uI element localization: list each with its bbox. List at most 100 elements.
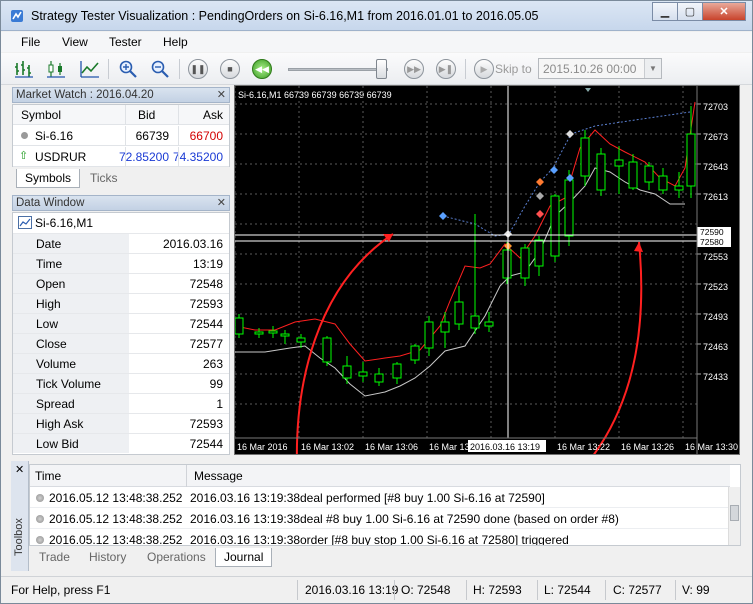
- log-scrollbar[interactable]: [728, 487, 740, 545]
- candle-body: [454, 301, 464, 325]
- time-tick-label: 16 Mar 13:22: [557, 442, 610, 452]
- step-end-button[interactable]: ▶❚: [435, 58, 457, 80]
- tab-symbols[interactable]: Symbols: [16, 169, 81, 188]
- market-watch-header: Market Watch : 2016.04.20 ✕: [12, 87, 230, 103]
- market-watch-table: Symbol Bid Ask Si-6.16 66739 66700 ⇧ USD…: [12, 104, 230, 167]
- candle-body: [424, 321, 434, 349]
- market-watch-tabs: Symbols Ticks: [12, 169, 230, 189]
- rewind-icon: ◀◀: [252, 59, 272, 79]
- pause-button[interactable]: ❚❚: [187, 58, 209, 80]
- table-row[interactable]: 2016.05.12 13:48:38.252 2016.03.16 13:19…: [30, 487, 730, 508]
- calendar-dropdown-icon[interactable]: ▼: [644, 59, 661, 78]
- price-tick-label: 72433: [703, 372, 728, 382]
- candlestick-icon: [47, 61, 65, 78]
- tab-ticks[interactable]: Ticks: [82, 169, 126, 188]
- status-volume: V: 99: [682, 583, 710, 597]
- fast-forward-button[interactable]: ▶▶: [403, 58, 425, 80]
- price-tick-label: 72493: [703, 312, 728, 322]
- zoom-out-button[interactable]: [149, 58, 171, 80]
- menu-help[interactable]: Help: [163, 35, 188, 49]
- close-button[interactable]: ✕: [702, 2, 746, 21]
- skip-to-label: Skip to: [495, 62, 532, 76]
- zoom-out-icon: [151, 60, 169, 78]
- data-row-volume: Volume 263: [13, 353, 229, 373]
- close-icon[interactable]: ✕: [15, 463, 24, 476]
- candle-body: [502, 249, 512, 279]
- menu-file[interactable]: File: [21, 35, 40, 49]
- stop-button[interactable]: ■: [219, 58, 241, 80]
- candle-body: [596, 153, 606, 191]
- status-datetime: 2016.03.16 13:19: [305, 583, 399, 597]
- candle-body: [520, 247, 530, 279]
- data-window-header: Data Window ✕: [12, 195, 230, 211]
- level-label-72580: 72580: [700, 237, 724, 247]
- candle-body: [358, 371, 368, 377]
- line-chart-button[interactable]: [79, 58, 101, 80]
- menu-tester[interactable]: Tester: [109, 35, 142, 49]
- candle-body: [235, 317, 244, 335]
- candle-body: [658, 175, 668, 191]
- data-row-low: Low 72544: [13, 313, 229, 333]
- bar-chart-button[interactable]: [13, 58, 35, 80]
- skip-to-date-field[interactable]: 2015.10.26 00:00 ▼: [538, 58, 662, 79]
- candle-body: [674, 185, 684, 191]
- time-tick-label: 16 Mar 13:26: [621, 442, 674, 452]
- data-row-close: Close 72577: [13, 333, 229, 353]
- chart-header: Si-6.16,M1 66739 66739 66739 66739: [238, 90, 392, 100]
- info-icon: [36, 494, 44, 502]
- data-row-low-bid: Low Bid 72544: [13, 433, 229, 453]
- skip-to-button[interactable]: ▶: [473, 58, 495, 80]
- skip-to-icon: ▶: [474, 59, 494, 79]
- candle-body: [484, 321, 494, 327]
- candle-body: [254, 331, 264, 335]
- fast-forward-icon: ▶▶: [404, 59, 424, 79]
- price-tick-label: 72553: [703, 252, 728, 262]
- toolbox-tabs: Trade History Operations Journal: [29, 548, 741, 568]
- chart-icon: [18, 216, 32, 229]
- zoom-in-button[interactable]: [117, 58, 139, 80]
- status-help: For Help, press F1: [11, 583, 111, 597]
- annotation-arrow-right: [593, 241, 643, 454]
- crosshair-time-label: 2016.03.16 13:19: [470, 442, 540, 452]
- candle-body: [342, 365, 352, 379]
- zoom-in-icon: [119, 60, 137, 78]
- rewind-button[interactable]: ◀◀: [251, 58, 273, 80]
- skip-end-icon: ▶❚: [436, 59, 456, 79]
- tab-trade[interactable]: Trade: [31, 548, 78, 567]
- table-row[interactable]: ⇧ USDRUR 72.85200 74.35200: [13, 147, 229, 167]
- level-label-72590: 72590: [700, 227, 724, 237]
- table-row[interactable]: Si-6.16 66739 66700: [13, 126, 229, 146]
- close-icon[interactable]: ✕: [217, 196, 226, 209]
- maximize-button[interactable]: ▢: [677, 2, 703, 21]
- speed-slider-thumb[interactable]: [376, 59, 387, 79]
- menu-view[interactable]: View: [62, 35, 88, 49]
- candle-body: [644, 165, 654, 183]
- status-close: C: 72577: [613, 583, 662, 597]
- tab-journal[interactable]: Journal: [215, 548, 273, 567]
- time-tick-label: 16 Mar 13:30: [685, 442, 738, 452]
- status-open: O: 72548: [401, 583, 451, 597]
- speed-slider-track[interactable]: [288, 68, 388, 71]
- chart-canvas[interactable]: Si-6.16,M1 66739 66739 66739 66739 72703…: [235, 86, 739, 454]
- minimize-button[interactable]: ▁: [652, 2, 678, 21]
- window-title: Strategy Tester Visualization : PendingO…: [31, 9, 539, 23]
- candle-body: [410, 345, 420, 361]
- status-high: H: 72593: [473, 583, 522, 597]
- candle-body: [470, 315, 480, 329]
- time-tick-label: 16 Mar 13:06: [365, 442, 418, 452]
- time-tick-label: 16 Mar 13:02: [301, 442, 354, 452]
- tab-history[interactable]: History: [81, 548, 134, 567]
- journal-log: Time Message 2016.05.12 13:48:38.252 201…: [29, 464, 741, 546]
- price-chart[interactable]: Si-6.16,M1 66739 66739 66739 66739 72703…: [234, 85, 740, 455]
- candle-body: [280, 333, 290, 337]
- tab-operations[interactable]: Operations: [139, 548, 214, 567]
- candle-body: [322, 337, 332, 363]
- candle-chart-button[interactable]: [45, 58, 67, 80]
- data-row-spread: Spread 1: [13, 393, 229, 413]
- table-row[interactable]: 2016.05.12 13:48:38.252 2016.03.16 13:19…: [30, 508, 730, 529]
- candle-body: [374, 373, 384, 383]
- close-icon[interactable]: ✕: [217, 88, 226, 101]
- menu-bar: File View Tester Help: [1, 32, 752, 52]
- scrollbar-thumb[interactable]: [730, 505, 739, 521]
- table-row[interactable]: 2016.05.12 13:48:38.252 2016.03.16 13:19…: [30, 529, 730, 545]
